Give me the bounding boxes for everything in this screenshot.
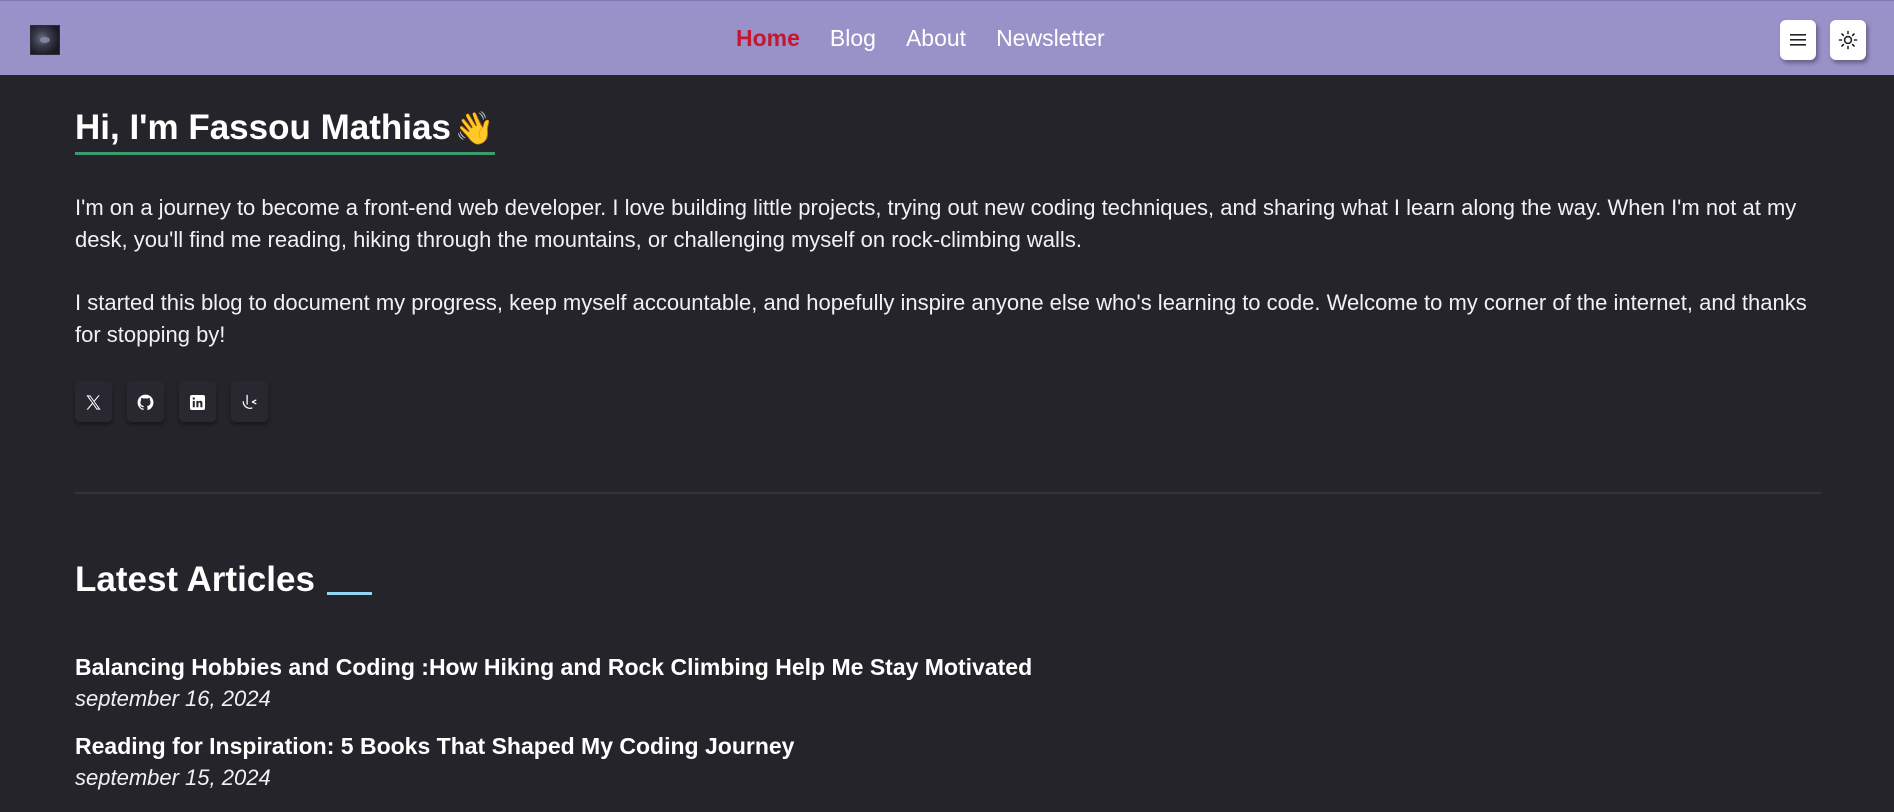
social-link-frontend-mentor[interactable]: [231, 382, 268, 422]
nav-link-newsletter[interactable]: Newsletter: [996, 25, 1105, 52]
linkedin-icon: [189, 394, 206, 410]
frontend-mentor-icon: [242, 394, 257, 409]
social-link-github[interactable]: [127, 382, 164, 422]
article-item: Balancing Hobbies and Coding :How Hiking…: [75, 654, 1032, 712]
social-links: [75, 382, 268, 422]
nav-link-about[interactable]: About: [906, 25, 966, 52]
theme-toggle-button[interactable]: [1830, 20, 1866, 60]
article-date: september 16, 2024: [75, 686, 271, 711]
logo-image[interactable]: [30, 25, 60, 55]
hamburger-menu-icon: [1790, 34, 1806, 46]
social-link-linkedin[interactable]: [179, 382, 216, 422]
nav-link-home[interactable]: Home: [736, 25, 800, 52]
menu-button[interactable]: [1780, 20, 1816, 60]
page-title: Hi, I'm Fassou Mathias 👋: [75, 108, 495, 155]
article-item: Reading for Inspiration: 5 Books That Sh…: [75, 733, 794, 791]
heading-accent-line: [326, 592, 372, 595]
latest-articles-heading: Latest Articles: [75, 560, 372, 600]
x-twitter-icon: [86, 394, 101, 410]
intro-paragraph-1: I'm on a journey to become a front-end w…: [75, 195, 1797, 252]
intro-paragraph-2: I started this blog to document my progr…: [75, 290, 1807, 347]
main-nav: Home Blog About Newsletter: [736, 1, 1105, 76]
article-title-link[interactable]: Reading for Inspiration: 5 Books That Sh…: [75, 733, 794, 760]
section-divider: [75, 492, 1821, 494]
article-title-link[interactable]: Balancing Hobbies and Coding :How Hiking…: [75, 654, 1032, 681]
top-navbar: Home Blog About Newsletter: [0, 0, 1894, 75]
social-link-x[interactable]: [75, 382, 112, 422]
article-date: september 15, 2024: [75, 765, 271, 790]
waving-hand-emoji: 👋: [454, 110, 495, 146]
github-icon: [137, 394, 154, 410]
nav-link-blog[interactable]: Blog: [830, 25, 876, 52]
hero-title-text: Hi, I'm Fassou Mathias: [75, 108, 451, 147]
sun-icon: [1838, 30, 1858, 50]
latest-articles-title: Latest Articles: [75, 560, 315, 599]
